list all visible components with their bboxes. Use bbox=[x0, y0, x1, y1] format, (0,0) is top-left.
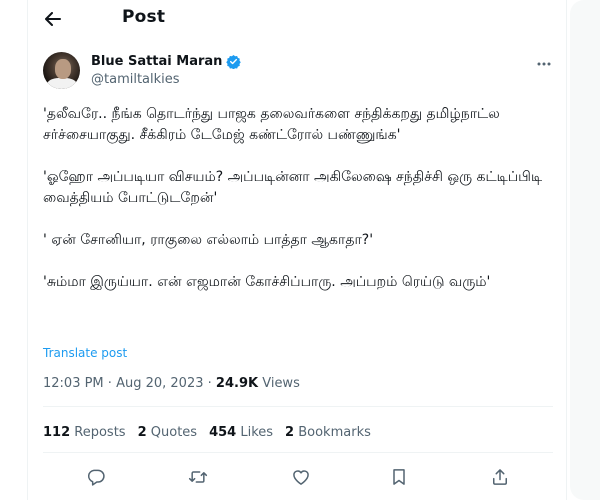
reposts-label: Reposts bbox=[74, 425, 126, 440]
author-handle[interactable]: @tamiltalkies bbox=[91, 72, 180, 87]
back-button[interactable] bbox=[38, 4, 68, 34]
tweet-body: 'தலீவரே.. நீங்க தொடர்ந்து பாஜக தலைவர்களை… bbox=[43, 104, 553, 293]
quotes-label: Quotes bbox=[150, 425, 198, 440]
divider bbox=[43, 406, 553, 407]
reposts-stat[interactable]: 112 Reposts bbox=[43, 425, 126, 440]
avatar-face bbox=[55, 59, 71, 79]
likes-count: 454 bbox=[209, 425, 237, 440]
sidebar-panel bbox=[570, 0, 600, 500]
views-count: 24.9K bbox=[215, 376, 259, 391]
avatar[interactable] bbox=[43, 52, 80, 89]
bookmark-button[interactable] bbox=[388, 466, 410, 488]
meta-separator: · bbox=[107, 376, 112, 391]
post-date[interactable]: Aug 20, 2023 bbox=[116, 376, 203, 391]
meta-separator: · bbox=[207, 376, 212, 391]
page-title: Post bbox=[122, 7, 166, 27]
repost-icon bbox=[188, 467, 208, 487]
more-horizontal-icon bbox=[537, 62, 551, 66]
avatar-shirt bbox=[47, 78, 77, 89]
left-column-border bbox=[27, 0, 28, 500]
views-label: Views bbox=[262, 376, 300, 391]
action-bar bbox=[43, 462, 553, 492]
likes-label: Likes bbox=[240, 425, 274, 440]
engagement-stats: 112 Reposts 2 Quotes 454 Likes 2 Bookmar… bbox=[43, 425, 371, 440]
arrow-left-icon bbox=[45, 12, 61, 26]
bookmark-icon bbox=[389, 467, 409, 487]
reply-button[interactable] bbox=[85, 466, 107, 488]
quotes-count: 2 bbox=[137, 425, 147, 440]
quotes-stat[interactable]: 2 Quotes bbox=[138, 425, 197, 440]
repost-button[interactable] bbox=[187, 466, 209, 488]
tweet-paragraph: ' ஏன் சோனியா, ராகுலை எல்லாம் பாத்தா ஆகாத… bbox=[43, 232, 374, 248]
share-icon bbox=[490, 467, 510, 487]
post-metadata: 12:03 PM · Aug 20, 2023 · 24.9K Views bbox=[43, 376, 300, 391]
post-time[interactable]: 12:03 PM bbox=[43, 376, 104, 391]
bookmarks-label: Bookmarks bbox=[298, 425, 371, 440]
sidebar-edge bbox=[567, 0, 600, 500]
bookmarks-count: 2 bbox=[285, 425, 295, 440]
bookmarks-stat[interactable]: 2 Bookmarks bbox=[285, 425, 371, 440]
post-header: Post bbox=[28, 0, 566, 38]
tweet-paragraph: 'சும்மா இருய்யா. என் எஜமான் கோச்சிப்பாரு… bbox=[43, 274, 491, 290]
more-options-button[interactable] bbox=[532, 58, 556, 70]
author-name-row[interactable]: Blue Sattai Maran bbox=[91, 54, 242, 69]
tweet-paragraph: 'தலீவரே.. நீங்க தொடர்ந்து பாஜக தலைவர்களை… bbox=[43, 106, 505, 143]
tweet-paragraph: 'ஓஹோ அப்படியா விசயம்? அப்படின்னா அகிலேஷை… bbox=[43, 169, 547, 206]
reposts-count: 112 bbox=[43, 425, 71, 440]
likes-stat[interactable]: 454 Likes bbox=[209, 425, 273, 440]
like-button[interactable] bbox=[290, 466, 312, 488]
divider bbox=[43, 452, 553, 453]
verified-badge-icon[interactable] bbox=[226, 54, 242, 69]
share-button[interactable] bbox=[489, 466, 511, 488]
author-display-name[interactable]: Blue Sattai Maran bbox=[91, 54, 222, 69]
reply-icon bbox=[86, 467, 106, 487]
translate-post-link[interactable]: Translate post bbox=[43, 346, 127, 360]
heart-icon bbox=[291, 467, 311, 487]
